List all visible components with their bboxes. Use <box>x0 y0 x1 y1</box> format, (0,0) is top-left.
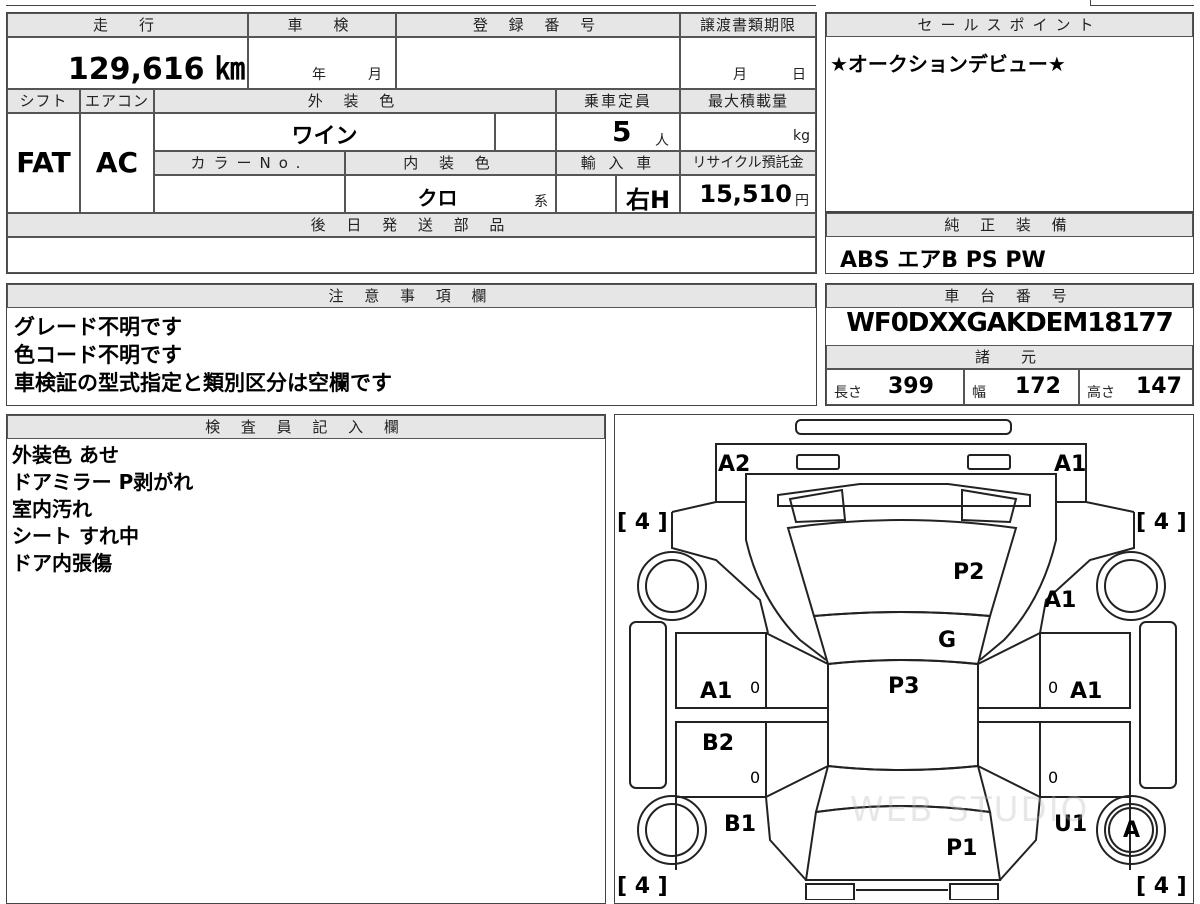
capacity-unit: 人 <box>655 133 669 149</box>
chassis-value: WF0DXXGAKDEM18177 <box>846 308 1173 338</box>
exterior-color-value: ワイン <box>291 124 358 149</box>
inspector-line-2: ドアミラー P剥がれ <box>12 470 194 494</box>
mark-trunk: P1 <box>946 836 978 861</box>
exterior-color-header: 外 装 色 <box>154 89 556 113</box>
inspection-month-label: 月 <box>368 67 382 83</box>
shift-header: シフト <box>7 89 80 113</box>
windshield-shape <box>812 611 992 666</box>
mark-front-right: A1 <box>1054 452 1087 477</box>
sales-point-text: ★オークションデビュー★ <box>830 52 1066 76</box>
mileage-header: 走 行 <box>7 13 248 37</box>
transfer-day-label: 日 <box>792 67 806 83</box>
aircon-value: AC <box>95 146 139 179</box>
sales-point-header: セールスポイント <box>826 13 1193 37</box>
front-bumper-shape <box>795 419 1012 435</box>
left-headlight-shape <box>796 454 840 470</box>
import-value: 右H <box>625 186 671 214</box>
sales-point-box <box>825 12 1194 212</box>
inspector-line-5: ドア内張傷 <box>12 551 112 575</box>
recycle-value: 15,510 <box>699 180 792 208</box>
mark-left-front-door: A1 <box>700 679 733 704</box>
shift-value: FAT <box>16 146 71 179</box>
registration-value <box>396 37 680 89</box>
tire-depth-front-right: [ 4 ] <box>1136 510 1187 535</box>
registration-header: 登 録 番 号 <box>396 13 680 37</box>
zero-left-front: 0 <box>750 678 761 697</box>
standard-equipment-value: ABS エアB PS PW <box>840 248 1046 273</box>
interior-color-header: 内 装 色 <box>345 151 556 175</box>
inspection-header: 車 検 <box>248 13 396 37</box>
right-front-wheel-shape <box>1096 551 1166 621</box>
notes-line-1: グレード不明です <box>14 315 182 339</box>
specs-length-label: 長さ <box>834 385 862 401</box>
mark-right-front-door: A1 <box>1070 679 1103 704</box>
notes-line-2: 色コード不明です <box>14 343 182 367</box>
interior-color-value: クロ <box>417 186 458 210</box>
inspector-line-3: 室内汚れ <box>12 497 92 521</box>
recycle-header: リサイクル預託金 <box>680 151 816 175</box>
inspector-line-1: 外装色 あせ <box>12 443 119 467</box>
left-rear-wheel-shape <box>637 795 707 865</box>
mark-roof: P3 <box>888 674 920 699</box>
watermark: WEB STUDIO <box>850 790 1090 830</box>
inspector-header: 検 査 員 記 入 欄 <box>7 415 605 439</box>
import-cell-left <box>556 175 616 213</box>
inspector-line-4: シート すれ中 <box>12 524 139 548</box>
specs-height-label: 高さ <box>1087 385 1115 401</box>
color-no-header: カラーNo. <box>154 151 345 175</box>
tire-depth-rear-left: [ 4 ] <box>617 874 668 899</box>
left-front-wheel-shape <box>637 551 707 621</box>
color-no-value <box>154 175 345 213</box>
specs-width-label: 幅 <box>972 385 986 401</box>
front-body-shape <box>715 443 1087 503</box>
later-parts-header: 後 日 発 送 部 品 <box>7 213 816 237</box>
left-rear-quarter-shape <box>675 796 807 881</box>
aircon-header: エアコン <box>80 89 154 113</box>
interior-color-suffix: 系 <box>534 194 548 210</box>
capacity-value: 5 <box>612 115 632 148</box>
import-header: 輸 入 車 <box>556 151 680 175</box>
right-headlight-shape <box>967 454 1011 470</box>
specs-height-value: 147 <box>1136 374 1182 399</box>
transfer-header: 譲渡書類期限 <box>680 13 816 37</box>
zero-left-rear: 0 <box>750 768 761 787</box>
mark-front-left: A2 <box>718 452 751 477</box>
notes-line-3: 車検証の型式指定と類別区分は空欄です <box>14 371 392 395</box>
tire-depth-front-left: [ 4 ] <box>617 510 668 535</box>
notes-header: 注 意 事 項 欄 <box>7 284 816 308</box>
max-load-header: 最大積載量 <box>680 89 816 113</box>
mark-hood: P2 <box>953 560 985 585</box>
zero-right-front: 0 <box>1048 678 1059 697</box>
standard-equipment-header: 純 正 装 備 <box>826 213 1193 237</box>
recycle-unit: 円 <box>795 193 809 209</box>
tire-depth-rear-right: [ 4 ] <box>1136 874 1187 899</box>
max-load-unit: kg <box>793 128 810 144</box>
mileage-value: 129,616 ㎞ <box>67 52 245 87</box>
inspection-year-label: 年 <box>312 67 326 83</box>
exterior-color-extra <box>495 113 556 151</box>
mark-right-rear-wheel: A <box>1123 818 1141 843</box>
top-strip <box>6 0 816 6</box>
later-parts-value <box>7 237 816 273</box>
capacity-header: 乗車定員 <box>556 89 680 113</box>
mark-right-fender: A1 <box>1044 588 1077 613</box>
transfer-month-label: 月 <box>733 67 747 83</box>
top-strip-right <box>1090 0 1194 6</box>
mark-left-rear-quarter: B1 <box>724 812 757 837</box>
specs-length-value: 399 <box>888 374 934 399</box>
mark-windshield: G <box>938 628 957 653</box>
chassis-header: 車 台 番 号 <box>826 284 1193 308</box>
specs-header: 諸 元 <box>826 345 1193 369</box>
right-body-line <box>1039 501 1135 634</box>
mark-left-rear-door: B2 <box>702 731 735 756</box>
right-sill-shape <box>1139 621 1177 789</box>
zero-right-rear: 0 <box>1048 768 1059 787</box>
specs-width-value: 172 <box>1015 374 1061 399</box>
left-sill-shape <box>629 621 667 789</box>
